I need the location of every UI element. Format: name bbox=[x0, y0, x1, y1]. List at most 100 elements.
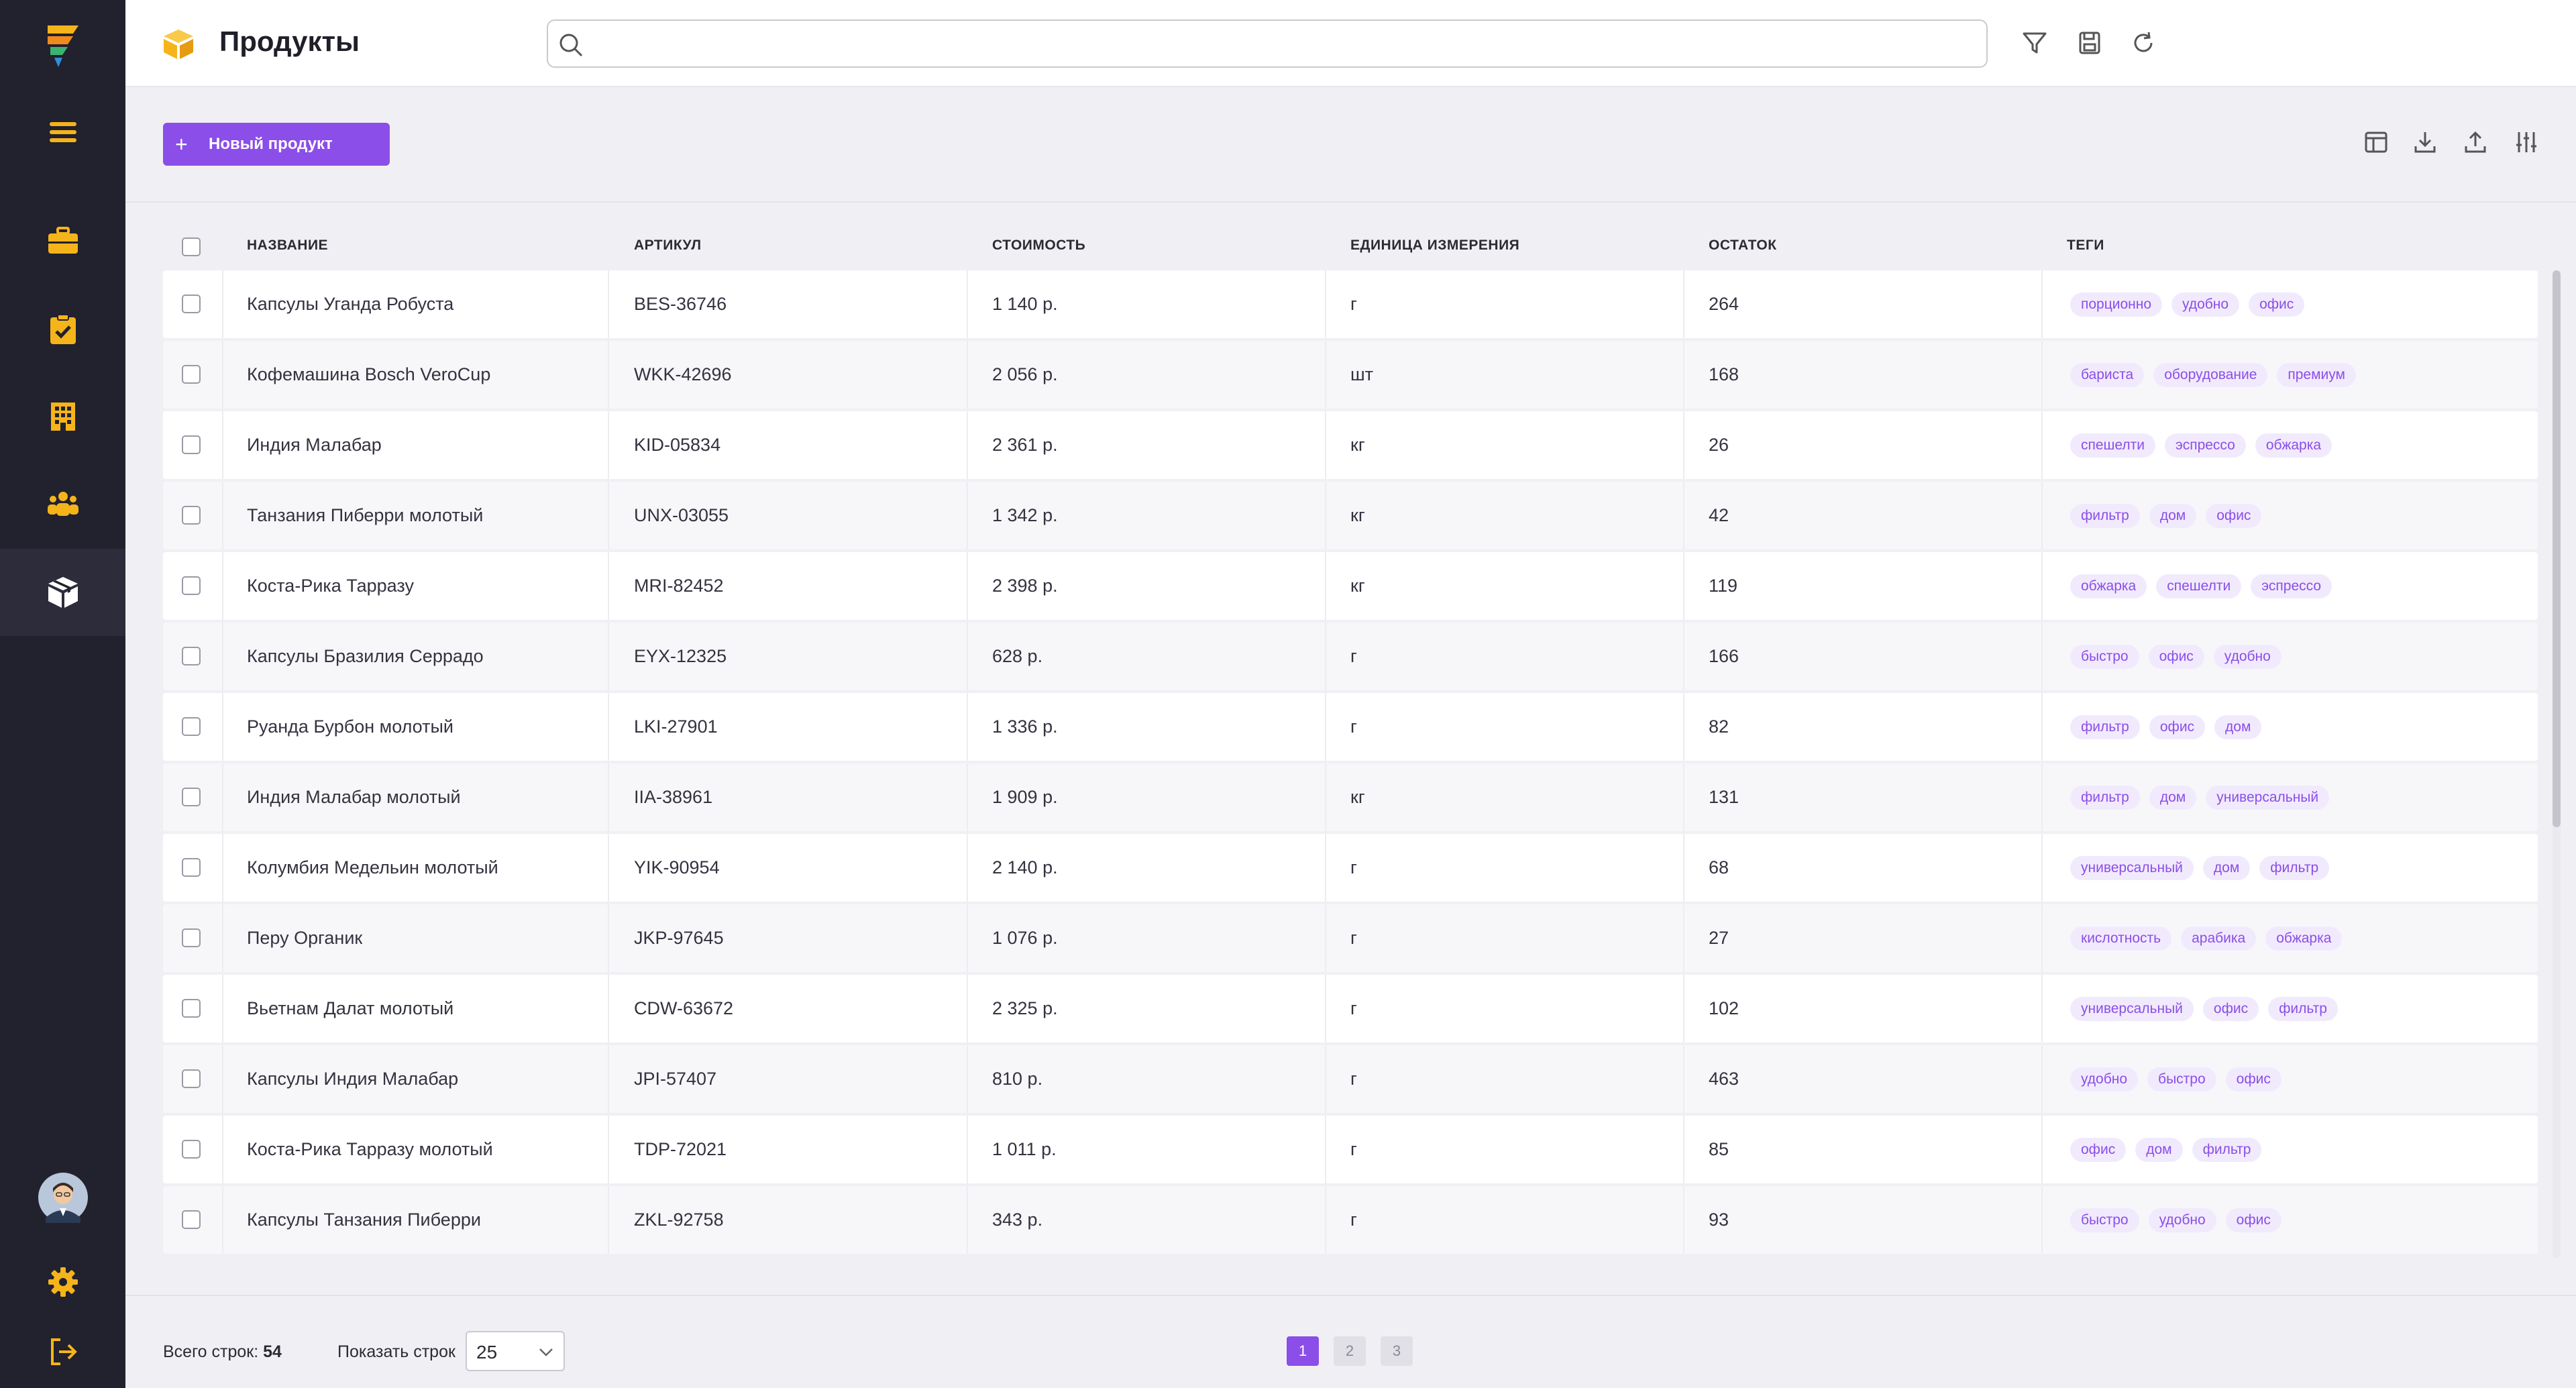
row-checkbox[interactable] bbox=[182, 1140, 201, 1159]
tag-chip[interactable]: обжарка bbox=[2265, 926, 2343, 951]
tag-chip[interactable]: премиум bbox=[2277, 362, 2356, 387]
tag-chip[interactable]: удобно bbox=[2213, 644, 2282, 669]
upload-icon[interactable] bbox=[2463, 130, 2487, 158]
table-row[interactable]: Индия Малабар KID-05834 2 361 р. кг 26 спешел… bbox=[163, 411, 2538, 479]
scrollbar[interactable] bbox=[2553, 270, 2561, 1258]
page-button-2[interactable]: 2 bbox=[1334, 1336, 1366, 1366]
tag-chip[interactable]: офис bbox=[2206, 503, 2262, 528]
tag-chip[interactable]: обжарка bbox=[2255, 433, 2332, 458]
refresh-icon[interactable] bbox=[2130, 30, 2157, 60]
tag-chip[interactable]: удобно bbox=[2148, 1208, 2216, 1232]
tag-chip[interactable]: быстро bbox=[2070, 644, 2139, 669]
table-row[interactable]: Танзания Пиберри молотый UNX-03055 1 342 р… bbox=[163, 482, 2538, 549]
table-row[interactable]: Вьетнам Далат молотый CDW-63672 2 325 р. г 1… bbox=[163, 975, 2538, 1043]
menu-icon[interactable] bbox=[0, 111, 125, 154]
tag-chip[interactable]: эспрессо bbox=[2164, 433, 2246, 458]
column-header-tags[interactable]: ТЕГИ bbox=[2067, 237, 2104, 254]
tag-chip[interactable]: эспрессо bbox=[2251, 574, 2332, 598]
box-icon[interactable] bbox=[0, 549, 125, 636]
tag-chip[interactable]: фильтр bbox=[2268, 996, 2338, 1021]
tag-chip[interactable]: фильтр bbox=[2070, 785, 2140, 810]
row-checkbox[interactable] bbox=[182, 928, 201, 947]
tag-chip[interactable]: оборудование bbox=[2153, 362, 2268, 387]
rows-per-page-select[interactable]: 25 bbox=[466, 1331, 565, 1371]
tag-chip[interactable]: дом bbox=[2202, 855, 2251, 880]
row-checkbox[interactable] bbox=[182, 1069, 201, 1088]
search-input[interactable] bbox=[595, 26, 1977, 61]
tag-chip[interactable]: универсальный bbox=[2206, 785, 2330, 810]
table-row[interactable]: Коста-Рика Тарразу MRI-82452 2 398 р. кг 119… bbox=[163, 552, 2538, 620]
tag-chip[interactable]: универсальный bbox=[2070, 855, 2194, 880]
row-checkbox[interactable] bbox=[182, 647, 201, 665]
table-row[interactable]: Кофемашина Bosch VeroCup WKK-42696 2 056 р… bbox=[163, 341, 2538, 409]
column-header-name[interactable]: НАЗВАНИЕ bbox=[247, 237, 328, 254]
page-button-1[interactable]: 1 bbox=[1287, 1336, 1319, 1366]
table-row[interactable]: Капсулы Индия Малабар JPI-57407 810 р. г 463… bbox=[163, 1045, 2538, 1113]
table-row[interactable]: Руанда Бурбон молотый LKI-27901 1 336 р. г 8… bbox=[163, 693, 2538, 761]
tag-chip[interactable]: кислотность bbox=[2070, 926, 2172, 951]
download-icon[interactable] bbox=[2413, 130, 2437, 158]
filter-icon[interactable] bbox=[2021, 30, 2048, 60]
logout-icon[interactable] bbox=[0, 1332, 125, 1372]
tag-chip[interactable]: офис bbox=[2249, 292, 2305, 317]
users-icon[interactable] bbox=[0, 480, 125, 527]
tag-chip[interactable]: универсальный bbox=[2070, 996, 2194, 1021]
tag-chip[interactable]: фильтр bbox=[2192, 1137, 2262, 1162]
tag-chip[interactable]: порционно bbox=[2070, 292, 2163, 317]
tag-chip[interactable]: спешелти bbox=[2070, 433, 2155, 458]
settings-sliders-icon[interactable] bbox=[2514, 130, 2538, 158]
column-header-price[interactable]: СТОИМОСТЬ bbox=[992, 237, 1085, 254]
search-bar[interactable] bbox=[547, 19, 1988, 68]
tag-chip[interactable]: офис bbox=[2149, 714, 2206, 739]
table-row[interactable]: Индия Малабар молотый IIA-38961 1 909 р. кг… bbox=[163, 763, 2538, 831]
save-icon[interactable] bbox=[2076, 30, 2103, 60]
clipboard-check-icon[interactable] bbox=[0, 306, 125, 353]
tag-chip[interactable]: офис bbox=[2225, 1208, 2282, 1232]
column-header-unit[interactable]: ЕДИНИЦА ИЗМЕРЕНИЯ bbox=[1350, 237, 1519, 254]
building-icon[interactable] bbox=[0, 393, 125, 440]
logo-icon[interactable] bbox=[0, 20, 125, 74]
row-checkbox[interactable] bbox=[182, 999, 201, 1018]
tag-chip[interactable]: офис bbox=[2225, 1067, 2282, 1091]
tag-chip[interactable]: дом bbox=[2214, 714, 2262, 739]
tag-chip[interactable]: фильтр bbox=[2070, 714, 2140, 739]
tag-chip[interactable]: быстро bbox=[2147, 1067, 2216, 1091]
tag-chip[interactable]: офис bbox=[2202, 996, 2259, 1021]
tag-chip[interactable]: арабика bbox=[2181, 926, 2257, 951]
row-checkbox[interactable] bbox=[182, 858, 201, 877]
row-checkbox[interactable] bbox=[182, 435, 201, 454]
tag-chip[interactable]: дом bbox=[2149, 503, 2197, 528]
tag-chip[interactable]: дом bbox=[2135, 1137, 2183, 1162]
tag-chip[interactable]: спешелти bbox=[2156, 574, 2242, 598]
column-header-stock[interactable]: ОСТАТОК bbox=[1709, 237, 1777, 254]
tag-chip[interactable]: обжарка bbox=[2070, 574, 2147, 598]
page-button-3[interactable]: 3 bbox=[1381, 1336, 1413, 1366]
table-row[interactable]: Коста-Рика Тарразу молотый TDP-72021 1 011… bbox=[163, 1116, 2538, 1183]
tag-chip[interactable]: дом bbox=[2149, 785, 2197, 810]
tag-chip[interactable]: офис bbox=[2070, 1137, 2127, 1162]
row-checkbox[interactable] bbox=[182, 788, 201, 806]
gear-icon[interactable] bbox=[0, 1261, 125, 1303]
tag-chip[interactable]: удобно bbox=[2070, 1067, 2139, 1091]
tag-chip[interactable]: быстро bbox=[2070, 1208, 2139, 1232]
row-checkbox[interactable] bbox=[182, 1210, 201, 1229]
tag-chip[interactable]: фильтр bbox=[2259, 855, 2330, 880]
tag-chip[interactable]: бариста bbox=[2070, 362, 2145, 387]
tag-chip[interactable]: удобно bbox=[2171, 292, 2240, 317]
avatar[interactable] bbox=[0, 1171, 125, 1224]
row-checkbox[interactable] bbox=[182, 576, 201, 595]
table-row[interactable]: Перу Органик JKP-97645 1 076 р. г 27 кислотно… bbox=[163, 904, 2538, 972]
row-checkbox[interactable] bbox=[182, 295, 201, 313]
column-header-sku[interactable]: АРТИКУЛ bbox=[634, 237, 702, 254]
briefcase-icon[interactable] bbox=[0, 217, 125, 264]
table-row[interactable]: Колумбия Медельин молотый YIK-90954 2 140 … bbox=[163, 834, 2538, 902]
scrollbar-thumb[interactable] bbox=[2553, 270, 2561, 827]
select-all-checkbox[interactable] bbox=[182, 237, 201, 256]
table-row[interactable]: Капсулы Танзания Пиберри ZKL-92758 343 р. г… bbox=[163, 1186, 2538, 1254]
row-checkbox[interactable] bbox=[182, 506, 201, 525]
columns-layout-icon[interactable] bbox=[2364, 130, 2388, 158]
row-checkbox[interactable] bbox=[182, 365, 201, 384]
tag-chip[interactable]: офис bbox=[2148, 644, 2204, 669]
table-row[interactable]: Капсулы Уганда Робуста BES-36746 1 140 р. г… bbox=[163, 270, 2538, 338]
new-product-button[interactable]: + Новый продукт bbox=[163, 123, 390, 166]
